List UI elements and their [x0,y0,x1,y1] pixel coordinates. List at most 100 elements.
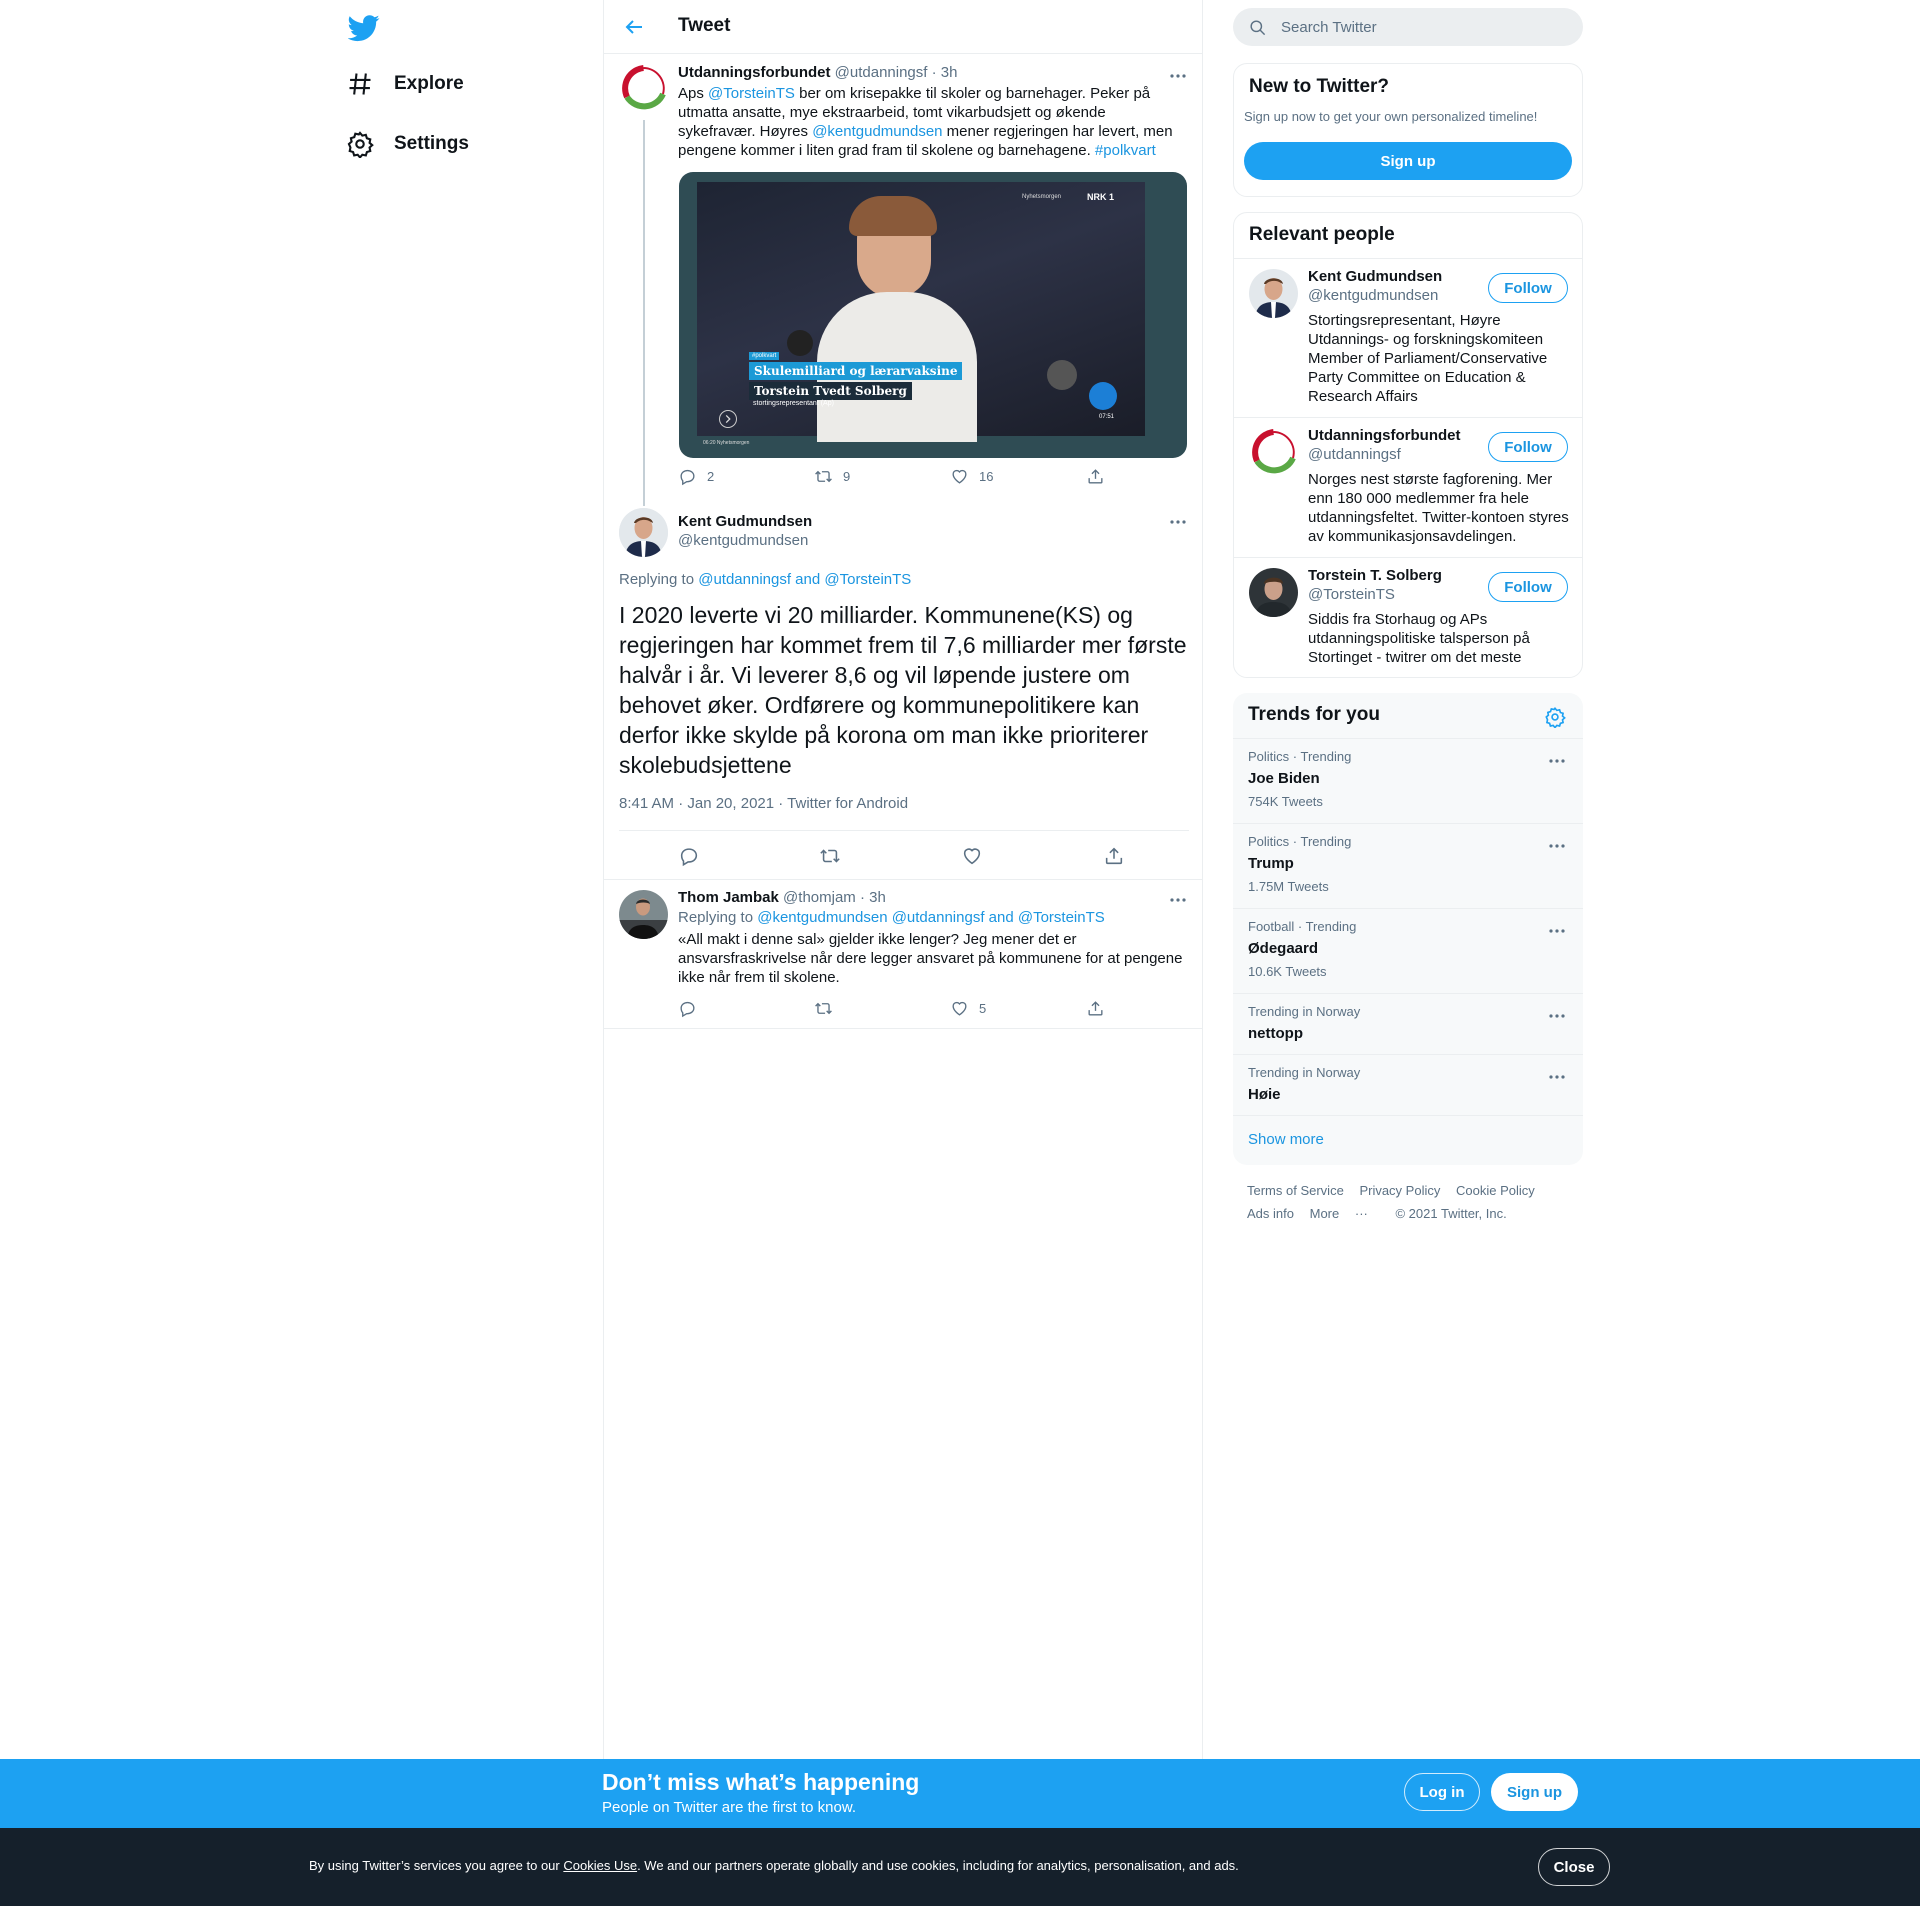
trend-meta: Politics · Trending [1248,749,1352,764]
more-options-icon[interactable] [1168,512,1188,532]
person-card[interactable]: Kent Gudmundsen @kentgudmundsen Follow S… [1234,258,1582,418]
retweet-button[interactable]: 9 [814,467,850,486]
footer-link[interactable]: Ads info [1247,1206,1294,1221]
trend-item[interactable]: Politics · Trending Joe Biden 754K Tweet… [1233,738,1583,823]
search-input[interactable] [1281,8,1571,46]
like-count: 5 [979,1001,987,1016]
mention-link[interactable]: @kentgudmundsen [812,123,942,140]
tweet-time[interactable]: · 3h [932,64,958,81]
trend-count: 754K Tweets [1248,794,1323,809]
trend-item[interactable]: Politics · Trending Trump 1.75M Tweets [1233,823,1583,908]
tweet-time[interactable]: · 3h [860,889,886,906]
reply-icon[interactable] [678,845,700,867]
mention-link[interactable]: @TorsteinTS [708,85,795,102]
person-card[interactable]: Torstein T. Solberg @TorsteinTS Follow S… [1234,557,1582,677]
show-more-link[interactable]: Show more [1248,1131,1324,1148]
author-handle[interactable]: @utdanningsf [835,64,928,81]
hashtag-link[interactable]: #polkvart [1095,142,1156,159]
new-to-twitter-panel: New to Twitter? Sign up now to get your … [1233,63,1583,197]
footer-more[interactable]: More ··· [1310,1206,1380,1221]
reply-tweet[interactable]: Thom Jambak @thomjam · 3h Replying to @k… [604,880,1202,1029]
nav-settings[interactable]: Settings [346,124,469,164]
panel-title: Trends for you [1248,704,1380,725]
replying-to: Replying to @utdanningsf and @TorsteinTS [619,571,911,588]
reply-button[interactable]: 2 [678,467,714,486]
play-icon[interactable] [719,410,737,428]
more-options-icon[interactable] [1168,890,1188,910]
trend-meta: Trending in Norway [1248,1004,1361,1019]
replying-to-mentions[interactable]: @utdanningsf and @TorsteinTS [698,571,911,588]
share-button[interactable] [1086,467,1105,486]
reply-icon [678,999,697,1018]
gear-icon[interactable] [1544,706,1566,728]
avatar-torstein-solberg[interactable] [1249,568,1298,617]
retweet-icon[interactable] [819,845,841,867]
trend-item[interactable]: Trending in Norway Høie [1233,1054,1583,1115]
more-options-icon[interactable] [1168,66,1188,86]
follow-button[interactable]: Follow [1488,572,1568,602]
author-handle[interactable]: @kentgudmundsen [678,532,808,549]
follow-button[interactable]: Follow [1488,432,1568,462]
nrk-badge-icon [1089,382,1117,410]
author-name[interactable]: Utdanningsforbundet [678,64,830,81]
trend-item[interactable]: Trending in Norway nettopp [1233,993,1583,1054]
more-dots-icon: ··· [1354,1206,1368,1221]
replying-to-mentions[interactable]: @kentgudmundsen @utdanningsf and @Torste… [757,909,1105,926]
person-name[interactable]: Torstein T. Solberg [1308,567,1442,584]
person-handle[interactable]: @kentgudmundsen [1308,287,1438,304]
more-options-icon[interactable] [1547,836,1567,856]
video-frame: Nyhetsmorgen NRK 1 #polkvart Skulemillia… [697,182,1145,442]
footer-link[interactable]: Privacy Policy [1359,1183,1440,1198]
tweet-media-video[interactable]: Nyhetsmorgen NRK 1 #polkvart Skulemillia… [679,172,1187,458]
avatar-kent-gudmundsen[interactable] [619,508,668,557]
trend-meta: Politics · Trending [1248,834,1352,849]
retweet-icon [814,999,833,1018]
share-icon[interactable] [1103,845,1125,867]
page-header: Tweet [604,0,1202,54]
author-name[interactable]: Kent Gudmundsen [678,513,812,531]
avatar-utdanningsf[interactable] [1249,428,1298,477]
author-name[interactable]: Thom Jambak [678,889,779,906]
avatar-utdanningsf[interactable] [619,64,668,113]
more-options-icon[interactable] [1547,1067,1567,1087]
reply-button[interactable] [678,999,697,1018]
avatar-thom-jambak[interactable] [619,890,668,939]
more-options-icon[interactable] [1547,921,1567,941]
parent-tweet-header: Utdanningsforbundet @utdanningsf · 3h [678,64,957,81]
search-bar[interactable] [1233,8,1583,46]
heart-icon[interactable] [961,845,983,867]
more-options-icon[interactable] [1547,1006,1567,1026]
prompt-subtitle: People on Twitter are the first to know. [602,1799,857,1816]
like-button[interactable]: 16 [950,467,993,486]
footer-link[interactable]: Terms of Service [1247,1183,1344,1198]
share-button[interactable] [1086,999,1105,1018]
footer-link[interactable]: Cookie Policy [1456,1183,1535,1198]
close-button[interactable]: Close [1538,1848,1610,1886]
tweet-timestamp: 8:41 AM · Jan 20, 2021 · Twitter for And… [619,795,909,812]
avatar-kent-gudmundsen[interactable] [1249,269,1298,318]
person-name[interactable]: Utdanningsforbundet [1308,427,1460,444]
trend-item[interactable]: Football · Trending Ødegaard 10.6K Tweet… [1233,908,1583,993]
person-handle[interactable]: @TorsteinTS [1308,586,1395,603]
video-person-role: stortingsrepresentant (Ap) [753,400,834,407]
sign-up-button[interactable]: Sign up [1244,142,1572,180]
tweet-source[interactable]: Twitter for Android [787,795,908,812]
retweet-button[interactable] [814,999,833,1018]
person-card[interactable]: Utdanningsforbundet @utdanningsf Follow … [1234,417,1582,557]
page-title: Tweet [678,15,731,36]
author-handle[interactable]: @thomjam [783,889,856,906]
person-name[interactable]: Kent Gudmundsen [1308,268,1442,285]
more-options-icon[interactable] [1547,751,1567,771]
twitter-logo-icon[interactable] [348,12,380,44]
log-in-button[interactable]: Log in [1404,1773,1480,1811]
sign-up-button[interactable]: Sign up [1491,1773,1578,1811]
person-handle[interactable]: @utdanningsf [1308,446,1401,463]
follow-button[interactable]: Follow [1488,273,1568,303]
nav-explore[interactable]: Explore [346,64,464,104]
timestamp-link[interactable]: 8:41 AM · Jan 20, 2021 [619,795,774,812]
like-button[interactable]: 5 [950,999,986,1018]
cookies-use-link[interactable]: Cookies Use [563,1858,637,1873]
parent-tweet[interactable]: Utdanningsforbundet @utdanningsf · 3h Ap… [604,54,1202,506]
back-arrow-icon[interactable] [622,15,646,39]
show-more-row[interactable]: Show more [1233,1115,1583,1165]
